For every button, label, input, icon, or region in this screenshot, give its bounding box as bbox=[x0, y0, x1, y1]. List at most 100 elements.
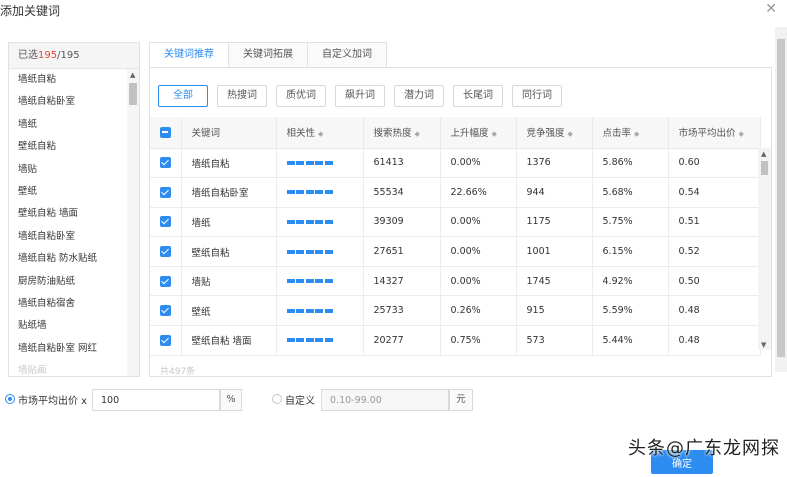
sort-icon[interactable]: ◆ bbox=[739, 130, 744, 138]
rise-cell: 0.00% bbox=[440, 207, 517, 238]
table-row[interactable]: 壁纸 25733 0.26% 915 5.59% 0.48 bbox=[150, 295, 761, 327]
row-checkbox[interactable] bbox=[159, 186, 171, 198]
scroll-up-icon[interactable]: ▲ bbox=[130, 71, 135, 79]
row-checkbox[interactable] bbox=[159, 275, 171, 287]
column-search-heat[interactable]: 搜索热度 ◆ bbox=[363, 117, 441, 149]
column-rise[interactable]: 上升幅度 ◆ bbox=[440, 117, 517, 149]
row-checkbox-cell[interactable] bbox=[150, 177, 182, 208]
market-bid-cell: 0.52 bbox=[668, 236, 761, 267]
relevance-segment bbox=[305, 279, 314, 284]
yuan-unit: 元 bbox=[449, 389, 473, 411]
column-competition[interactable]: 竞争强度 ◆ bbox=[516, 117, 593, 149]
sort-icon[interactable]: ◆ bbox=[568, 130, 573, 138]
selected-keyword-item[interactable]: 墙贴 bbox=[9, 159, 127, 181]
relevance-bar bbox=[286, 160, 333, 165]
selected-keyword-item[interactable]: 墙纸 bbox=[9, 114, 127, 136]
sort-icon[interactable]: ◆ bbox=[634, 130, 639, 138]
scroll-thumb[interactable] bbox=[761, 161, 768, 175]
custom-bid-radio[interactable] bbox=[272, 394, 282, 404]
table-row[interactable]: 墙纸 39309 0.00% 1175 5.75% 0.51 bbox=[150, 207, 761, 238]
filter-button-0[interactable]: 全部 bbox=[158, 85, 208, 107]
filter-button-3[interactable]: 飙升词 bbox=[335, 85, 385, 107]
selected-count-number: 195 bbox=[38, 50, 58, 61]
filter-button-2[interactable]: 质优词 bbox=[276, 85, 326, 107]
market-bid-cell: 0.50 bbox=[668, 266, 761, 297]
tab-0[interactable]: 关键词推荐 bbox=[149, 42, 228, 68]
custom-bid-input[interactable] bbox=[321, 389, 449, 411]
sort-icon[interactable]: ◆ bbox=[415, 130, 420, 138]
search-heat-cell: 61413 bbox=[363, 148, 441, 179]
rise-cell: 22.66% bbox=[440, 177, 517, 208]
row-checkbox[interactable] bbox=[159, 334, 171, 346]
bid-custom-option[interactable]: 自定义 bbox=[272, 388, 315, 410]
tab-1[interactable]: 关键词拓展 bbox=[228, 42, 307, 68]
row-checkbox[interactable] bbox=[159, 157, 171, 169]
selected-keyword-item[interactable]: 墙贴画 bbox=[9, 360, 127, 376]
selected-keyword-item[interactable]: 壁纸 bbox=[9, 181, 127, 203]
scroll-thumb[interactable] bbox=[129, 83, 137, 105]
table-row[interactable]: 墙贴 14327 0.00% 1745 4.92% 0.50 bbox=[150, 266, 761, 297]
market-bid-cell: 0.48 bbox=[668, 295, 761, 327]
row-checkbox-cell[interactable] bbox=[150, 325, 182, 356]
table-row[interactable]: 墙纸自粘 61413 0.00% 1376 5.86% 0.60 bbox=[150, 148, 761, 179]
scroll-down-icon[interactable]: ▼ bbox=[761, 341, 766, 349]
selected-keyword-item[interactable]: 墙纸自粘卧室 bbox=[9, 226, 127, 248]
market-bid-radio[interactable] bbox=[5, 394, 15, 404]
tab-2[interactable]: 自定义加词 bbox=[307, 42, 387, 68]
selected-keyword-item[interactable]: 壁纸自粘 墙面 bbox=[9, 203, 127, 225]
filter-button-1[interactable]: 热搜词 bbox=[217, 85, 267, 107]
selected-keyword-item[interactable]: 墙纸自粘卧室 bbox=[9, 91, 127, 113]
filter-button-6[interactable]: 同行词 bbox=[512, 85, 562, 107]
ctr-cell: 5.86% bbox=[592, 148, 669, 179]
search-heat-cell: 39309 bbox=[363, 207, 441, 238]
selected-keyword-item[interactable]: 贴纸墙 bbox=[9, 315, 127, 337]
bid-market-option[interactable]: 市场平均出价 x bbox=[5, 388, 87, 410]
ctr-cell: 6.15% bbox=[592, 236, 669, 267]
relevance-segment bbox=[296, 249, 304, 254]
table-row[interactable]: 壁纸自粘 墙面 20277 0.75% 573 5.44% 0.48 bbox=[150, 325, 761, 356]
selected-keyword-item[interactable]: 壁纸自粘 bbox=[9, 136, 127, 158]
selected-keyword-item[interactable]: 墙纸自粘宿舍 bbox=[9, 293, 127, 315]
filter-button-4[interactable]: 潜力词 bbox=[394, 85, 444, 107]
relevance-cell bbox=[276, 177, 364, 208]
selected-keyword-item[interactable]: 墙纸自粘 bbox=[9, 69, 127, 91]
relevance-segment bbox=[324, 190, 333, 195]
market-bid-multiplier-input[interactable] bbox=[92, 389, 220, 411]
filter-button-5[interactable]: 长尾词 bbox=[453, 85, 503, 107]
sort-icon[interactable]: ◆ bbox=[318, 130, 323, 138]
relevance-segment bbox=[296, 279, 304, 284]
search-heat-cell: 20277 bbox=[363, 325, 441, 356]
row-checkbox[interactable] bbox=[159, 246, 171, 258]
keyword-tabs: 关键词推荐 关键词拓展 自定义加词 bbox=[149, 42, 387, 68]
scroll-up-icon[interactable]: ▲ bbox=[761, 150, 766, 158]
row-checkbox[interactable] bbox=[159, 216, 171, 228]
dialog-scrollbar[interactable] bbox=[775, 27, 787, 372]
selected-keyword-item[interactable]: 墙纸自粘卧室 网红 bbox=[9, 338, 127, 360]
keyword-cell: 墙纸自粘卧室 bbox=[181, 177, 277, 208]
table-scrollbar[interactable]: ▲ ▼ bbox=[758, 148, 771, 350]
close-icon[interactable]: ✕ bbox=[765, 1, 777, 17]
selected-keyword-list: 墙纸自粘 墙纸自粘卧室 墙纸 壁纸自粘 墙贴 壁纸 壁纸自粘 墙面 墙纸自粘卧室 墙纸自粘 防水… bbox=[9, 69, 127, 376]
select-all-checkbox[interactable] bbox=[159, 126, 171, 138]
market-bid-cell: 0.51 bbox=[668, 207, 761, 238]
relevance-segment bbox=[324, 160, 333, 165]
relevance-segment bbox=[324, 338, 333, 343]
row-checkbox-cell[interactable] bbox=[150, 266, 182, 297]
row-checkbox-cell[interactable] bbox=[150, 148, 182, 179]
row-checkbox-cell[interactable] bbox=[150, 236, 182, 267]
row-checkbox[interactable] bbox=[159, 305, 171, 317]
row-checkbox-cell[interactable] bbox=[150, 295, 182, 327]
selected-keyword-item[interactable]: 厨房防油贴纸 bbox=[9, 271, 127, 293]
table-row[interactable]: 墙纸自粘卧室 55534 22.66% 944 5.68% 0.54 bbox=[150, 177, 761, 208]
column-relevance[interactable]: 相关性 ◆ bbox=[276, 117, 364, 149]
scroll-thumb[interactable] bbox=[777, 39, 785, 357]
dialog-title: 添加关键词 bbox=[0, 4, 61, 18]
select-all-cell[interactable] bbox=[150, 117, 182, 149]
table-row[interactable]: 壁纸自粘 27651 0.00% 1001 6.15% 0.52 bbox=[150, 236, 761, 267]
selected-list-scrollbar[interactable]: ▲ bbox=[127, 69, 139, 376]
row-checkbox-cell[interactable] bbox=[150, 207, 182, 238]
sort-icon[interactable]: ◆ bbox=[492, 130, 497, 138]
selected-keyword-item[interactable]: 墙纸自粘 防水贴纸 bbox=[9, 248, 127, 270]
column-ctr[interactable]: 点击率 ◆ bbox=[592, 117, 669, 149]
column-market-bid[interactable]: 市场平均出价 ◆ bbox=[668, 117, 761, 149]
